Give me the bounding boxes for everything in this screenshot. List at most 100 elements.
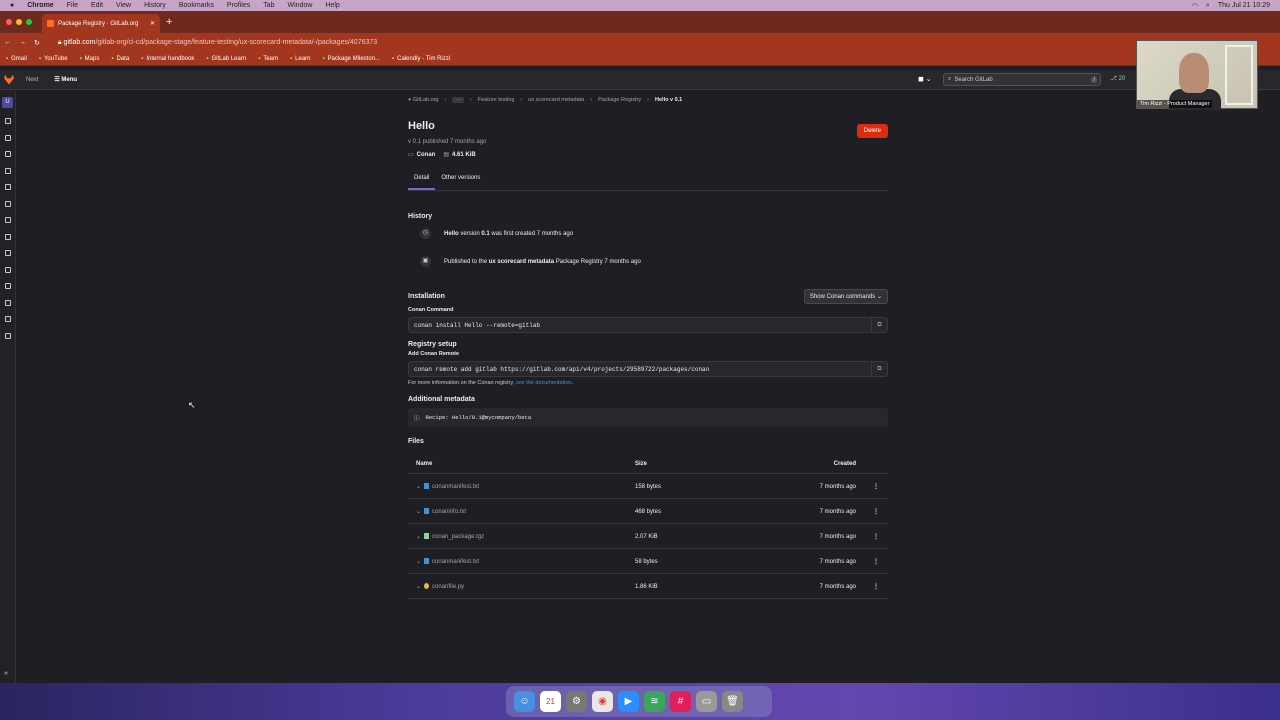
- conan-command-field[interactable]: conan install Hello --remote=gitlab ⧉: [408, 317, 888, 333]
- sidebar-item-project-info-icon[interactable]: [4, 118, 11, 124]
- sidebar-item-deployments-icon[interactable]: [4, 217, 11, 223]
- breadcrumb-gitlab-org[interactable]: ● GitLab.org: [408, 97, 439, 103]
- breadcrumb-current[interactable]: Hello v 0.1: [655, 97, 682, 103]
- file-name[interactable]: conaninfo.txt: [432, 509, 466, 515]
- bookmark-data[interactable]: Data: [111, 56, 129, 62]
- delete-button[interactable]: Delete: [856, 124, 888, 138]
- sidebar-item-infrastructure-icon[interactable]: [4, 250, 11, 256]
- sidebar-item-monitor-icon[interactable]: [4, 266, 11, 273]
- menu-history[interactable]: History: [144, 2, 166, 9]
- tab-other-versions[interactable]: Other versions: [435, 175, 486, 190]
- minimize-window-icon[interactable]: [16, 19, 22, 25]
- clock[interactable]: Thu Jul 21 10:29: [1218, 2, 1270, 10]
- copy-icon[interactable]: ⧉: [871, 318, 887, 332]
- close-window-icon[interactable]: [6, 19, 12, 25]
- sidebar-item-security-icon[interactable]: [4, 200, 11, 207]
- add-remote-field[interactable]: conan remote add gitlab https://gitlab.c…: [408, 361, 888, 377]
- file-name[interactable]: conanfile.py: [432, 584, 464, 590]
- sidebar-item-repository-icon[interactable]: [4, 134, 11, 141]
- col-name[interactable]: Name: [408, 455, 627, 474]
- bookmark-maps[interactable]: Maps: [80, 56, 100, 62]
- back-icon[interactable]: ←: [4, 39, 11, 46]
- sidebar-item-merge-requests-icon[interactable]: [4, 167, 11, 174]
- tab-close-icon[interactable]: ✕: [150, 20, 155, 27]
- chevron-down-icon[interactable]: ⌄: [416, 484, 421, 490]
- table-row[interactable]: ⌄ conan_package.tgz 2.07 KiB 7 months ago…: [408, 523, 888, 549]
- wifi-icon[interactable]: ◠: [1192, 2, 1198, 10]
- tab-detail[interactable]: Detail: [408, 175, 436, 190]
- finder-icon[interactable]: ☺: [514, 691, 535, 712]
- bookmark-gitlab-learn[interactable]: GitLab Learn: [206, 56, 247, 62]
- copy-icon[interactable]: ⧉: [871, 362, 887, 376]
- kebab-menu-icon[interactable]: ⋮: [856, 573, 888, 599]
- bookmark-team[interactable]: Team: [258, 56, 278, 62]
- table-row[interactable]: ⌄ conanmanifest.txt 158 bytes 7 months ag…: [408, 473, 888, 499]
- breadcrumb-package-registry[interactable]: Package Registry: [598, 97, 641, 103]
- sidebar-item-packages-icon[interactable]: [4, 233, 11, 240]
- file-name[interactable]: conan_package.tgz: [432, 534, 484, 540]
- bookmark-calendly[interactable]: Calendly - Tim Rizzi: [392, 56, 450, 62]
- search-spotlight-icon[interactable]: ⌕: [1206, 2, 1210, 10]
- sidebar-item-wiki-icon[interactable]: [4, 299, 11, 306]
- sidebar-item-issues-icon[interactable]: [4, 151, 11, 157]
- table-row[interactable]: ⌄ conanfile.py 1.86 KiB 7 months ago ⋮: [408, 573, 888, 599]
- gitlab-logo-icon[interactable]: [4, 74, 14, 85]
- col-created[interactable]: Created: [767, 455, 856, 474]
- slack-icon[interactable]: #: [670, 691, 691, 712]
- browser-tab[interactable]: Package Registry · GitLab.org ✕: [42, 14, 160, 33]
- maximize-window-icon[interactable]: [26, 19, 32, 25]
- chevron-down-icon[interactable]: ⌄: [416, 509, 421, 515]
- menu-bookmarks[interactable]: Bookmarks: [179, 2, 214, 9]
- chrome-icon[interactable]: ◉: [592, 691, 613, 712]
- sidebar-item-cicd-icon[interactable]: [4, 184, 11, 190]
- apple-icon[interactable]: ●: [10, 2, 14, 9]
- zoom-icon[interactable]: ▶: [618, 691, 639, 712]
- trash-icon[interactable]: 🗑︎: [722, 691, 743, 712]
- sidebar-item-snippets-icon[interactable]: [4, 316, 11, 322]
- bookmark-youtube[interactable]: YouTube: [39, 56, 68, 62]
- breadcrumb-expand-button[interactable]: ···: [452, 97, 464, 103]
- file-name[interactable]: conanmanifest.txt: [432, 484, 479, 490]
- menu-button[interactable]: ☰ Menu: [54, 76, 77, 83]
- sidebar-item-analytics-icon[interactable]: [4, 283, 11, 289]
- bookmark-gmail[interactable]: Gmail: [6, 56, 27, 62]
- table-row[interactable]: ⌄ conaninfo.txt 468 bytes 7 months ago ⋮: [408, 498, 888, 524]
- table-row[interactable]: ⌄ conanmanifest.txt 58 bytes 7 months ago…: [408, 548, 888, 574]
- col-size[interactable]: Size: [627, 455, 767, 474]
- chevron-down-icon[interactable]: ⌄: [416, 559, 421, 565]
- documentation-link[interactable]: see the documentation: [516, 380, 572, 386]
- reload-icon[interactable]: ↻: [34, 39, 40, 47]
- breadcrumb-feature-testing[interactable]: Feature testing: [478, 97, 515, 103]
- merge-requests-counter[interactable]: ⎇ 20: [1110, 75, 1125, 82]
- show-commands-dropdown[interactable]: Show Conan commands ⌄: [803, 289, 888, 304]
- next-badge[interactable]: Next: [26, 77, 38, 83]
- menu-profiles[interactable]: Profiles: [227, 2, 250, 9]
- kebab-menu-icon[interactable]: ⋮: [856, 523, 888, 549]
- bookmark-package-milestone[interactable]: Package Mileston...: [323, 56, 380, 62]
- calendar-icon[interactable]: 21: [540, 691, 561, 712]
- search-input[interactable]: ⌕ Search GitLab /: [943, 73, 1101, 86]
- menu-file[interactable]: File: [67, 2, 78, 9]
- breadcrumb-ux-scorecard[interactable]: ux scorecard metadata: [528, 97, 584, 103]
- url-field[interactable]: 🔒︎ gitlab.com/gitlab-org/ci-cd/package-s…: [58, 39, 377, 47]
- menu-edit[interactable]: Edit: [91, 2, 103, 9]
- menu-tab[interactable]: Tab: [263, 2, 274, 9]
- file-name[interactable]: conanmanifest.txt: [432, 559, 479, 565]
- create-new-icon[interactable]: ◼︎ ⌄: [918, 75, 932, 83]
- new-tab-button[interactable]: +: [166, 16, 172, 28]
- bookmark-learn[interactable]: Learn: [290, 56, 310, 62]
- spotify-icon[interactable]: ≋: [644, 691, 665, 712]
- system-preferences-icon[interactable]: ⚙: [566, 691, 587, 712]
- kebab-menu-icon[interactable]: ⋮: [856, 498, 888, 524]
- kebab-menu-icon[interactable]: ⋮: [856, 548, 888, 574]
- menu-window[interactable]: Window: [288, 2, 313, 9]
- menu-help[interactable]: Help: [325, 2, 339, 9]
- menu-chrome[interactable]: Chrome: [27, 2, 53, 9]
- chevron-down-icon[interactable]: ⌄: [416, 584, 421, 590]
- project-avatar[interactable]: U: [2, 97, 13, 108]
- kebab-menu-icon[interactable]: ⋮: [856, 473, 888, 499]
- forward-icon[interactable]: →: [19, 39, 26, 46]
- chevron-down-icon[interactable]: ⌄: [416, 534, 421, 540]
- menu-view[interactable]: View: [116, 2, 131, 9]
- sidebar-item-settings-icon[interactable]: [4, 332, 11, 339]
